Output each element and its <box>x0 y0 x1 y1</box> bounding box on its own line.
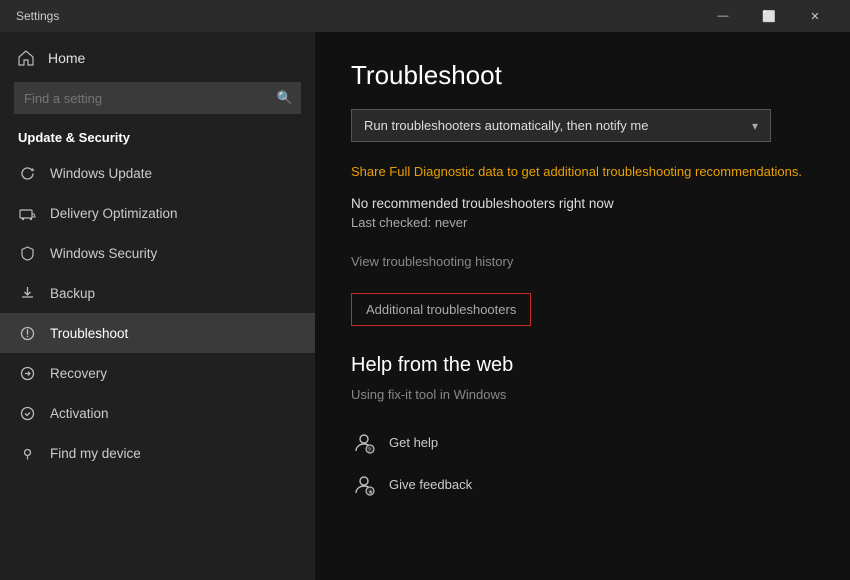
titlebar: Settings — ⬜ ✕ <box>0 0 850 32</box>
sidebar-item-troubleshoot[interactable]: Troubleshoot <box>0 313 315 353</box>
activation-icon <box>18 404 36 422</box>
last-checked-text: Last checked: never <box>351 215 814 230</box>
svg-text:★: ★ <box>368 489 373 496</box>
sidebar-item-label: Activation <box>50 406 109 421</box>
finddevice-icon <box>18 444 36 462</box>
help-section-title: Help from the web <box>351 354 814 377</box>
shield-icon <box>18 244 36 262</box>
content-area: Troubleshoot Run troubleshooters automat… <box>315 32 850 580</box>
sidebar-item-activation[interactable]: Activation <box>0 393 315 433</box>
feedback-icon: ★ <box>351 472 377 498</box>
sidebar-item-find-my-device[interactable]: Find my device <box>0 433 315 473</box>
troubleshoot-icon <box>18 324 36 342</box>
view-history-link[interactable]: View troubleshooting history <box>351 254 814 269</box>
home-label: Home <box>48 50 85 66</box>
give-feedback-item[interactable]: ★ Give feedback <box>351 464 814 506</box>
chevron-down-icon: ▾ <box>752 119 758 133</box>
sidebar: Home 🔍 Update & Security Windows Update <box>0 32 315 580</box>
sidebar-item-label: Recovery <box>50 366 107 381</box>
troubleshoot-mode-dropdown[interactable]: Run troubleshooters automatically, then … <box>351 109 771 142</box>
sidebar-item-label: Windows Update <box>50 166 152 181</box>
page-title: Troubleshoot <box>351 60 814 91</box>
diagnostic-link[interactable]: Share Full Diagnostic data to get additi… <box>351 162 814 182</box>
refresh-icon <box>18 164 36 182</box>
sidebar-item-windows-security[interactable]: Windows Security <box>0 233 315 273</box>
get-help-label: Get help <box>389 435 438 450</box>
sidebar-item-recovery[interactable]: Recovery <box>0 353 315 393</box>
titlebar-title: Settings <box>16 9 59 23</box>
minimize-button[interactable]: — <box>700 0 746 32</box>
sidebar-item-label: Find my device <box>50 446 141 461</box>
search-icon: 🔍 <box>277 90 293 106</box>
recovery-icon <box>18 364 36 382</box>
sidebar-item-home[interactable]: Home <box>0 40 315 76</box>
app-body: Home 🔍 Update & Security Windows Update <box>0 32 850 580</box>
dropdown-value: Run troubleshooters automatically, then … <box>364 118 648 133</box>
sidebar-item-backup[interactable]: Backup <box>0 273 315 313</box>
give-feedback-label: Give feedback <box>389 477 472 492</box>
help-icon: ? <box>351 430 377 456</box>
no-troubleshooters-text: No recommended troubleshooters right now <box>351 196 814 211</box>
sidebar-item-label: Delivery Optimization <box>50 206 178 221</box>
backup-icon <box>18 284 36 302</box>
sidebar-item-label: Troubleshoot <box>50 326 128 341</box>
help-section-desc: Using fix-it tool in Windows <box>351 387 814 402</box>
delivery-icon <box>18 204 36 222</box>
sidebar-item-windows-update[interactable]: Windows Update <box>0 153 315 193</box>
home-icon <box>18 50 34 66</box>
close-button[interactable]: ✕ <box>792 0 838 32</box>
sidebar-search: 🔍 <box>14 82 301 114</box>
titlebar-controls: — ⬜ ✕ <box>700 0 838 32</box>
additional-troubleshooters-button[interactable]: Additional troubleshooters <box>351 293 531 326</box>
maximize-button[interactable]: ⬜ <box>746 0 792 32</box>
sidebar-section-title: Update & Security <box>0 124 315 153</box>
get-help-item[interactable]: ? Get help <box>351 422 814 464</box>
sidebar-item-label: Backup <box>50 286 95 301</box>
sidebar-item-label: Windows Security <box>50 246 157 261</box>
search-input[interactable] <box>14 82 301 114</box>
sidebar-item-delivery-optimization[interactable]: Delivery Optimization <box>0 193 315 233</box>
